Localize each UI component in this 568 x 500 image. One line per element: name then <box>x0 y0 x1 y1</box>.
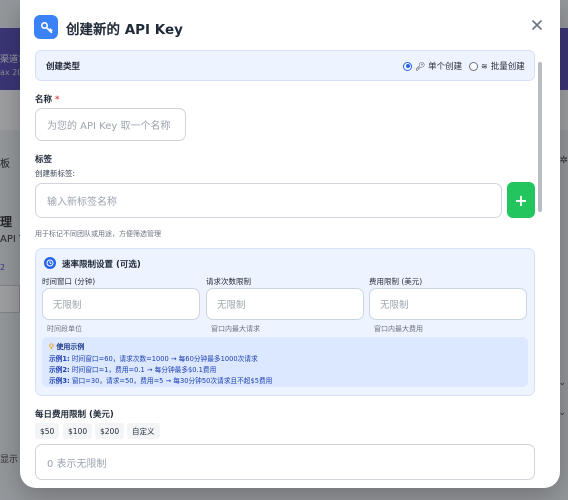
cost-limit-label: 费用限制 (美元) <box>369 277 423 286</box>
time-window-label: 时间窗口 (分钟) <box>42 277 96 286</box>
key-icon: 🔑︎ <box>415 61 426 71</box>
example-line: 示例3: 窗口=30，请求=50，费用=5 → 每30分钟50次请求且不超$5费… <box>49 377 273 385</box>
radio-batch-label: 批量创建 <box>490 62 525 72</box>
preset-custom-button[interactable]: 自定义 <box>127 423 160 439</box>
usage-example-box: 💡︎ 使用示例 示例1: 时间窗口=60，请求次数=1000 → 每60分钟最多… <box>42 337 528 387</box>
time-window-input[interactable]: 无限制 <box>42 288 200 320</box>
radio-batch-create[interactable]: ≋ 批量创建 <box>469 60 525 72</box>
layers-icon: ≋ <box>481 61 488 71</box>
request-limit-input[interactable]: 无限制 <box>206 288 364 320</box>
plus-icon: + <box>514 190 528 210</box>
time-window-hint: 时间段单位 <box>47 325 82 333</box>
name-label: 名称 * <box>35 95 60 105</box>
tags-sublabel: 创建新标签: <box>35 169 76 178</box>
preset-200-button[interactable]: $200 <box>95 423 125 439</box>
cost-limit-input[interactable]: 无限制 <box>369 288 527 320</box>
example-line: 示例2: 时间窗口=1，费用=0.1 → 每分钟最多$0.1费用 <box>49 366 217 374</box>
lightbulb-icon: 💡︎ <box>49 343 54 351</box>
clock-icon <box>44 257 56 269</box>
create-type-label: 创建类型 <box>46 62 81 72</box>
example-line: 示例1: 时间窗口=60，请求次数=1000 → 每60分钟最多1000次请求 <box>49 355 258 363</box>
tags-label: 标签 <box>35 155 53 165</box>
key-icon <box>34 15 58 39</box>
close-button[interactable] <box>528 16 546 34</box>
scrollbar-thumb[interactable] <box>538 62 542 212</box>
rate-limit-title: 速率限制设置 (可选) <box>62 260 141 270</box>
daily-cost-input[interactable]: 0 表示无限制 <box>35 444 535 480</box>
radio-single-label: 单个创建 <box>428 62 463 72</box>
add-tag-button[interactable]: + <box>507 182 535 218</box>
usage-example-title: 💡︎ 使用示例 <box>49 343 85 351</box>
request-limit-hint: 窗口内最大请求 <box>211 325 260 333</box>
radio-checked-icon <box>403 61 412 71</box>
modal-header: 创建新的 API Key <box>20 0 560 52</box>
close-icon <box>532 20 542 30</box>
create-type-panel: 创建类型 🔑︎ 单个创建 ≋ 批量创建 <box>35 50 535 81</box>
cost-limit-hint: 窗口内最大费用 <box>374 325 423 333</box>
radio-unchecked-icon <box>469 61 478 71</box>
preset-100-button[interactable]: $100 <box>63 423 93 439</box>
modal-title: 创建新的 API Key <box>66 22 183 38</box>
rate-limit-panel: 速率限制设置 (可选) 时间窗口 (分钟) 请求次数限制 费用限制 (美元) 无… <box>35 248 535 396</box>
request-limit-label: 请求次数限制 <box>206 277 251 286</box>
tags-hint: 用于标记不同团队或用途，方便筛选管理 <box>35 230 161 238</box>
daily-cost-label: 每日费用限制 (美元) <box>35 410 114 420</box>
create-api-key-modal: 创建新的 API Key 创建类型 🔑︎ 单个创建 ≋ 批量创建 名称 * 为您… <box>20 0 560 488</box>
new-tag-input[interactable]: 输入新标签名称 <box>35 183 502 218</box>
radio-single-create[interactable]: 🔑︎ 单个创建 <box>403 60 462 72</box>
name-input[interactable]: 为您的 API Key 取一个名称 <box>35 108 186 141</box>
preset-50-button[interactable]: $50 <box>35 423 60 439</box>
